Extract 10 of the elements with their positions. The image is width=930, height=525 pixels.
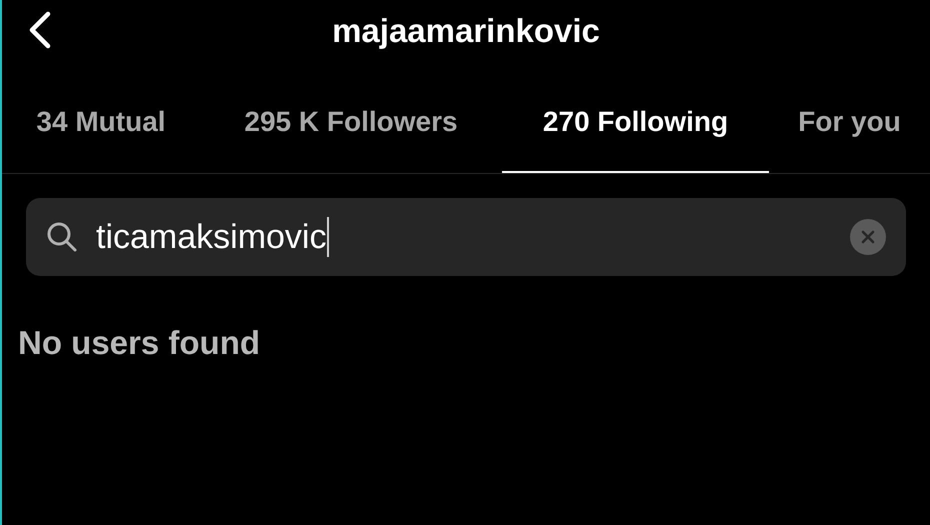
- no-results-message: No users found: [18, 324, 260, 361]
- search-icon: [46, 221, 78, 253]
- back-icon: [27, 11, 51, 49]
- tab[interactable]: 270 Following: [502, 62, 769, 173]
- tab[interactable]: 34 Mutual: [2, 62, 200, 173]
- profile-username: majaamarinkovic: [332, 11, 600, 52]
- tab[interactable]: For you: [769, 62, 930, 173]
- tab[interactable]: 295 K Followers: [200, 62, 502, 173]
- close-icon: [861, 230, 875, 244]
- search-field[interactable]: ticamaksimovic: [96, 217, 330, 257]
